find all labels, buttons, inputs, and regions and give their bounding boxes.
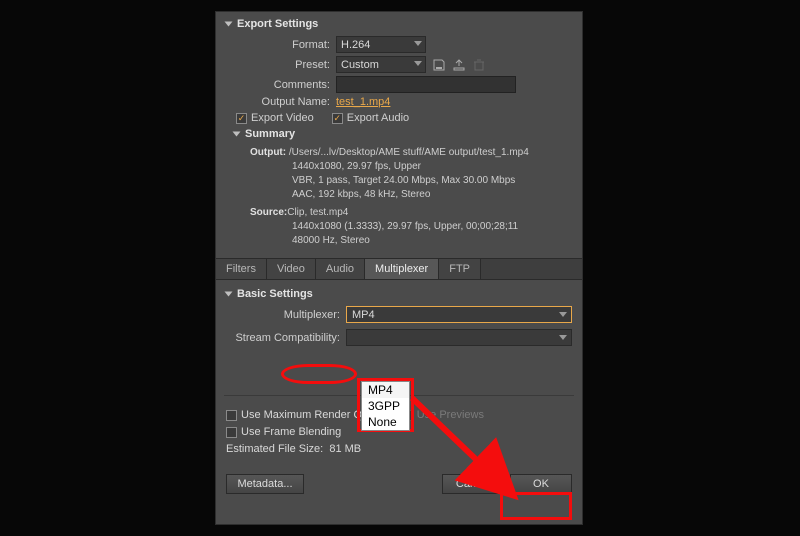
cancel-button[interactable]: Cancel <box>442 474 504 494</box>
import-preset-icon[interactable] <box>452 58 466 72</box>
preset-value: Custom <box>341 59 379 71</box>
use-previews-label: Use Previews <box>417 409 484 421</box>
summary-output-line4: AAC, 192 kbps, 48 kHz, Stereo <box>292 188 572 202</box>
button-row: Metadata... Cancel OK <box>216 468 582 504</box>
tab-audio[interactable]: Audio <box>316 259 365 279</box>
export-audio-checkbox[interactable]: Export Audio <box>332 112 409 124</box>
summary-header[interactable]: Summary <box>234 128 572 140</box>
dropdown-option-mp4[interactable]: MP4 <box>362 382 409 398</box>
save-preset-icon[interactable] <box>432 58 446 72</box>
comments-input[interactable] <box>336 76 516 93</box>
disclosure-triangle-icon <box>225 292 233 297</box>
stream-compat-select[interactable] <box>346 329 572 346</box>
tab-filters[interactable]: Filters <box>216 259 267 279</box>
use-previews-checkbox: Use Previews <box>402 409 484 421</box>
summary-source-label: Source: <box>250 207 287 218</box>
est-size-value: 81 MB <box>329 443 361 455</box>
export-audio-label: Export Audio <box>347 112 409 124</box>
summary-body: Output: /Users/...lv/Desktop/AME stuff/A… <box>250 146 572 248</box>
stream-compat-label: Stream Compatibility: <box>226 332 346 344</box>
dropdown-option-none[interactable]: None <box>362 414 409 430</box>
basic-settings-section: Basic Settings Multiplexer: MP4 Stream C… <box>216 280 582 363</box>
summary-source-line1: Clip, test.mp4 <box>287 207 348 218</box>
export-settings-section: Export Settings Format: H.264 Preset: Cu… <box>216 12 582 252</box>
multiplexer-select[interactable]: MP4 <box>346 306 572 323</box>
summary-output-label: Output: <box>250 147 286 158</box>
ok-button[interactable]: OK <box>510 474 572 494</box>
frame-blending-label: Use Frame Blending <box>241 426 341 438</box>
tab-video[interactable]: Video <box>267 259 316 279</box>
output-name-link[interactable]: test_1.mp4 <box>336 96 390 108</box>
settings-tabs: Filters Video Audio Multiplexer FTP <box>216 258 582 280</box>
checkbox-icon <box>332 113 343 124</box>
comments-label: Comments: <box>226 79 336 91</box>
checkbox-icon <box>226 410 237 421</box>
basic-settings-header[interactable]: Basic Settings <box>226 288 572 300</box>
preset-label: Preset: <box>226 59 336 71</box>
summary-title: Summary <box>245 128 295 140</box>
multiplexer-value: MP4 <box>352 309 375 321</box>
chevron-down-icon <box>559 335 567 340</box>
est-size-label: Estimated File Size: <box>226 443 323 455</box>
summary-output-path: /Users/...lv/Desktop/AME stuff/AME outpu… <box>289 147 529 158</box>
format-select[interactable]: H.264 <box>336 36 426 53</box>
summary-source-line2: 1440x1080 (1.3333), 29.97 fps, Upper, 00… <box>292 220 572 234</box>
export-settings-header[interactable]: Export Settings <box>226 18 572 30</box>
delete-preset-icon[interactable] <box>472 58 486 72</box>
export-settings-title: Export Settings <box>237 18 318 30</box>
multiplexer-label: Multiplexer: <box>226 309 346 321</box>
chevron-down-icon <box>414 61 422 66</box>
checkbox-icon <box>236 113 247 124</box>
tab-multiplexer[interactable]: Multiplexer <box>365 259 439 279</box>
summary-output-line3: VBR, 1 pass, Target 24.00 Mbps, Max 30.0… <box>292 174 572 188</box>
export-settings-panel: Export Settings Format: H.264 Preset: Cu… <box>215 11 583 525</box>
format-value: H.264 <box>341 39 370 51</box>
disclosure-triangle-icon <box>233 132 241 137</box>
summary-source-line3: 48000 Hz, Stereo <box>292 234 572 248</box>
frame-blending-checkbox[interactable]: Use Frame Blending <box>226 426 341 438</box>
checkbox-icon <box>226 427 237 438</box>
chevron-down-icon <box>559 312 567 317</box>
dropdown-option-3gpp[interactable]: 3GPP <box>362 398 409 414</box>
disclosure-triangle-icon <box>225 22 233 27</box>
format-label: Format: <box>226 39 336 51</box>
output-name-label: Output Name: <box>226 96 336 108</box>
tab-ftp[interactable]: FTP <box>439 259 481 279</box>
summary-output-line2: 1440x1080, 29.97 fps, Upper <box>292 160 572 174</box>
metadata-button[interactable]: Metadata... <box>226 474 304 494</box>
multiplexer-dropdown-list: MP4 3GPP None <box>361 381 410 431</box>
export-video-checkbox[interactable]: Export Video <box>236 112 314 124</box>
basic-settings-title: Basic Settings <box>237 288 313 300</box>
preset-select[interactable]: Custom <box>336 56 426 73</box>
export-video-label: Export Video <box>251 112 314 124</box>
chevron-down-icon <box>414 41 422 46</box>
